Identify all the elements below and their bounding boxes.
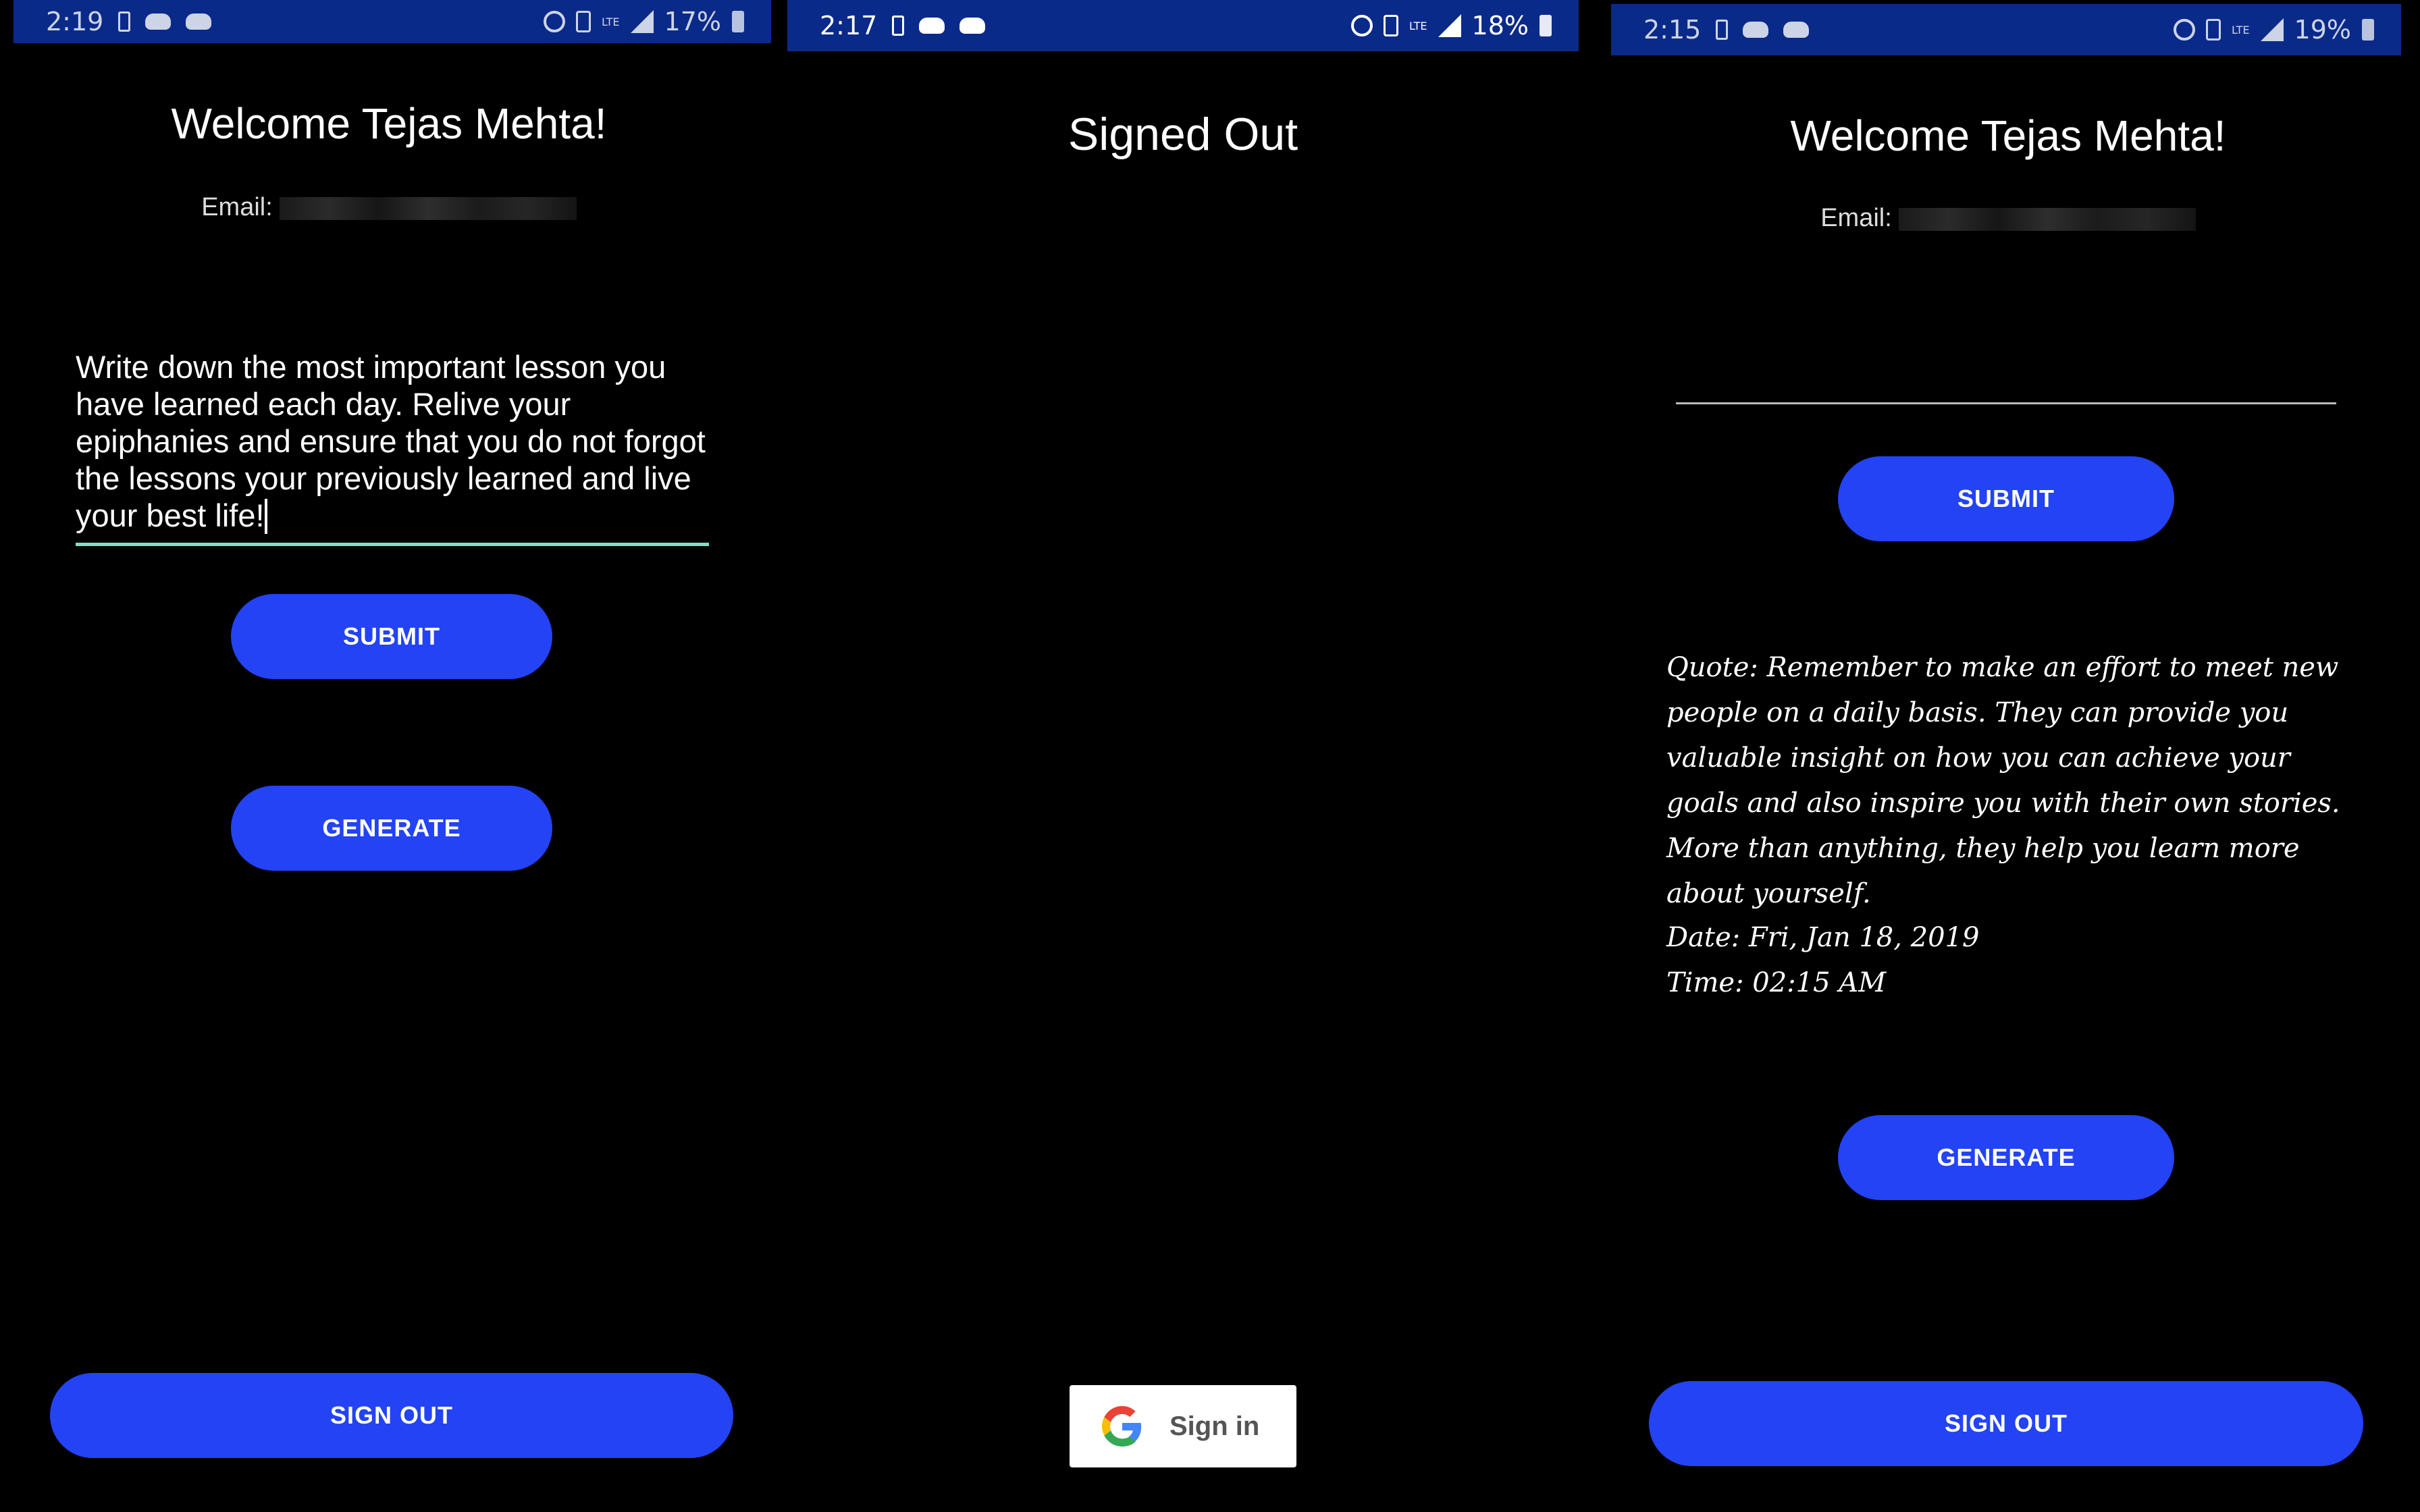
screen-home-editing: 2:19 LTE 17% Welcome Tejas Mehta! Email:…	[0, 0, 778, 1512]
status-time: 2:19	[46, 7, 104, 36]
signal-icon	[630, 10, 654, 33]
sign-out-button[interactable]: SIGN OUT	[1649, 1381, 2363, 1466]
battery-icon	[1540, 15, 1552, 36]
google-sign-in-button[interactable]: Sign in	[1070, 1385, 1296, 1467]
status-time: 2:17	[820, 11, 878, 40]
vibrate-icon	[1383, 15, 1398, 36]
email-value-redacted	[279, 196, 577, 220]
signal-icon	[1438, 14, 1461, 37]
quote-text: Quote: Remember to make an effort to mee…	[1666, 652, 2340, 909]
vibrate-icon	[575, 11, 591, 32]
lte-label: LTE	[1409, 19, 1427, 32]
game-controller-icon	[1743, 22, 1769, 38]
lesson-input[interactable]	[1676, 402, 2336, 404]
status-bar: 2:17 LTE 18%	[787, 0, 1579, 51]
email-row: Email:	[0, 193, 778, 222]
lte-label: LTE	[2231, 23, 2250, 36]
lesson-input[interactable]: Write down the most important lesson you…	[76, 348, 718, 534]
game-controller-icon	[186, 14, 212, 30]
submit-button[interactable]: SUBMIT	[231, 594, 552, 679]
email-label: Email:	[201, 193, 273, 221]
quote-time: Time: 02:15 AM	[1666, 967, 1887, 998]
status-bar: 2:15 LTE 19%	[1611, 4, 2401, 55]
battery-percent: 19%	[2294, 15, 2351, 45]
game-controller-icon	[919, 18, 945, 34]
sign-in-label: Sign in	[1169, 1411, 1260, 1441]
game-controller-icon	[145, 14, 172, 30]
lesson-input-text: Write down the most important lesson you…	[76, 349, 706, 533]
email-label: Email:	[1820, 204, 1892, 232]
vibrate-icon	[2205, 19, 2221, 40]
battery-charging-icon	[118, 11, 131, 32]
lesson-input-underline	[76, 543, 709, 546]
email-value-redacted	[1898, 207, 2196, 231]
status-bar: 2:19 LTE 17%	[14, 0, 771, 43]
game-controller-icon	[1783, 22, 1810, 38]
submit-button[interactable]: SUBMIT	[1838, 456, 2174, 541]
signal-icon	[2260, 18, 2284, 41]
google-g-icon	[1102, 1406, 1142, 1447]
quote-date: Date: Fri, Jan 18, 2019	[1666, 922, 1980, 953]
sign-out-button[interactable]: SIGN OUT	[50, 1373, 733, 1458]
screen-signed-out: 2:17 LTE 18% Signed Out Sign in	[787, 0, 1579, 1512]
game-controller-icon	[959, 18, 986, 34]
hotspot-icon	[2173, 19, 2195, 40]
welcome-title: Welcome Tejas Mehta!	[1790, 111, 2226, 160]
status-time: 2:15	[1643, 15, 1702, 45]
battery-charging-icon	[1716, 20, 1729, 40]
battery-icon	[2362, 19, 2374, 40]
screen-home-quote: 2:15 LTE 19% Welcome Tejas Mehta! Email:…	[1596, 0, 2420, 1512]
signed-out-title: Signed Out	[1068, 109, 1298, 160]
text-cursor	[264, 499, 267, 534]
hotspot-icon	[543, 11, 565, 32]
hotspot-icon	[1350, 15, 1373, 36]
welcome-title: Welcome Tejas Mehta!	[171, 99, 607, 148]
battery-icon	[732, 11, 744, 32]
generate-button[interactable]: GENERATE	[231, 786, 552, 871]
battery-percent: 18%	[1471, 11, 1529, 40]
generate-button[interactable]: GENERATE	[1838, 1115, 2174, 1200]
lte-label: LTE	[601, 15, 620, 28]
battery-percent: 17%	[664, 7, 721, 36]
email-row: Email:	[1596, 204, 2420, 233]
battery-charging-icon	[892, 16, 905, 36]
